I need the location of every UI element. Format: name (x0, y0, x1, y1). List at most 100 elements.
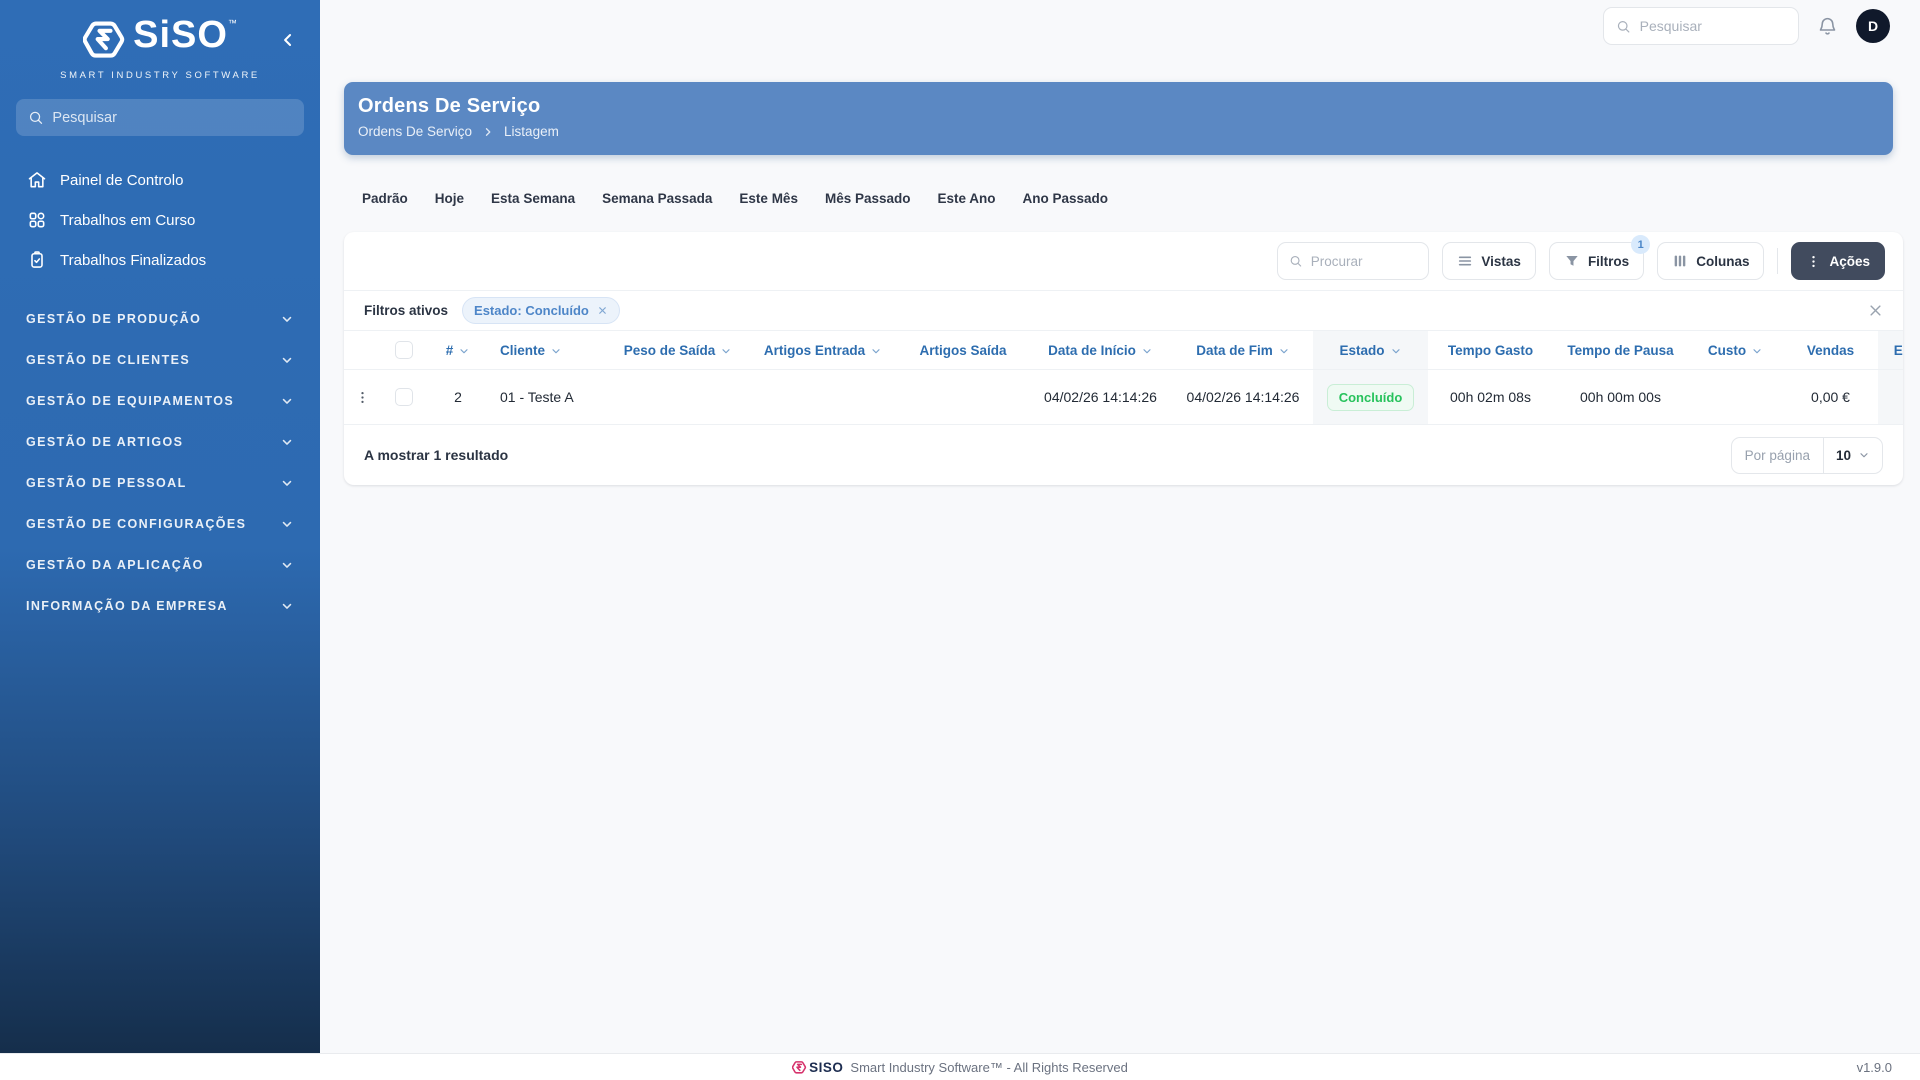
chevron-down-icon (280, 476, 294, 490)
quick-filter-semana-passada[interactable]: Semana Passada (602, 191, 712, 206)
sidebar-section-gestao-de-artigos[interactable]: GESTÃO DE ARTIGOS (0, 425, 320, 459)
home-icon (27, 170, 47, 190)
columns-icon (1672, 253, 1688, 269)
column-header-data-de-fim[interactable]: Data de Fim (1173, 331, 1313, 369)
cell-estado: Concluído (1313, 370, 1428, 424)
quick-filter-esta-semana[interactable]: Esta Semana (491, 191, 575, 206)
chevron-down-icon (280, 558, 294, 572)
sidebar-section-gestao-de-equipamentos[interactable]: GESTÃO DE EQUIPAMENTOS (0, 384, 320, 418)
sidebar-collapse-button[interactable] (276, 28, 300, 52)
logo-title: SiSO (133, 14, 228, 56)
app-footer: SISO Smart Industry Software™ - All Righ… (0, 1053, 1920, 1080)
column-header-data-de-inicio[interactable]: Data de Início (1028, 331, 1173, 369)
column-header-tempo-de-pausa[interactable]: Tempo de Pausa (1553, 331, 1688, 369)
row-checkbox-cell (380, 370, 428, 424)
clear-filters-close-icon[interactable] (1868, 303, 1883, 318)
chevron-down-icon (1751, 345, 1763, 357)
vistas-button[interactable]: Vistas (1442, 242, 1536, 280)
cell-tempo-de-pausa: 00h 00m 00s (1580, 389, 1661, 405)
main-content: D Ordens De Serviço Ordens De Serviço Li… (320, 0, 1920, 1053)
sidebar-search[interactable] (16, 99, 304, 136)
sidebar-section-gestao-da-aplicacao[interactable]: GESTÃO DA APLICAÇÃO (0, 548, 320, 582)
breadcrumb-item[interactable]: Ordens De Serviço (358, 124, 472, 139)
column-header-numero[interactable]: # (428, 331, 488, 369)
search-icon (1291, 256, 1302, 267)
chevron-down-icon (280, 599, 294, 613)
sidebar-section-informacao-da-empresa[interactable]: INFORMAÇÃO DA EMPRESA (0, 589, 320, 623)
column-header-cliente[interactable]: Cliente (488, 331, 608, 369)
sidebar-section-gestao-de-clientes[interactable]: GESTÃO DE CLIENTES (0, 343, 320, 377)
sidebar-item-painel-de-controlo[interactable]: Painel de Controlo (0, 160, 320, 200)
column-label: Artigos Entrada (763, 342, 866, 358)
cell-artigos-saida (898, 370, 1028, 424)
topbar: D (320, 0, 1920, 52)
select-all-checkbox[interactable] (395, 341, 413, 359)
sidebar-item-trabalhos-finalizados[interactable]: Trabalhos Finalizados (0, 240, 320, 280)
column-header-custo[interactable]: Custo (1688, 331, 1783, 369)
search-icon (29, 111, 43, 124)
section-label: GESTÃO DA APLICAÇÃO (26, 558, 204, 572)
chevron-down-icon (280, 517, 294, 531)
row-menu-dots-icon[interactable] (344, 370, 380, 424)
table-row[interactable]: 2 01 - Teste A 04/02/26 14:14:26 04/02/2… (344, 369, 1903, 424)
column-header-tempo-gasto[interactable]: Tempo Gasto (1428, 331, 1553, 369)
sidebar-section-gestao-de-pessoal[interactable]: GESTÃO DE PESSOAL (0, 466, 320, 500)
column-header-peso-de-saida[interactable]: Peso de Saída (608, 331, 748, 369)
column-label: Tempo de Pausa (1567, 342, 1674, 358)
filter-chip-estado-concluido[interactable]: Estado: Concluído (462, 297, 620, 324)
table-search[interactable] (1277, 242, 1430, 280)
column-header-artigos-entrada[interactable]: Artigos Entrada (748, 331, 898, 369)
column-header-vendas[interactable]: Vendas (1783, 331, 1878, 369)
sidebar-item-trabalhos-em-curso[interactable]: Trabalhos em Curso (0, 200, 320, 240)
sidebar-logo[interactable]: SiSO™ SMART INDUSTRY SOFTWARE (0, 0, 320, 81)
quick-filter-este-mes[interactable]: Este Mês (739, 191, 798, 206)
chevron-down-icon (280, 353, 294, 367)
list-icon (1457, 253, 1473, 269)
per-page-value: 10 (1835, 447, 1851, 463)
filtros-button[interactable]: Filtros 1 (1548, 235, 1651, 280)
quick-filter-hoje[interactable]: Hoje (435, 191, 464, 206)
column-header-artigos-saida[interactable]: Artigos Saída (898, 331, 1028, 369)
close-icon[interactable] (597, 305, 608, 316)
chevron-down-icon (458, 345, 470, 357)
sidebar-search-input[interactable] (52, 109, 292, 126)
global-search-input[interactable] (1639, 18, 1786, 34)
quick-filter-ano-passado[interactable]: Ano Passado (1023, 191, 1109, 206)
colunas-button[interactable]: Colunas (1657, 242, 1765, 280)
cell-artigos-entrada (748, 370, 898, 424)
breadcrumb-item[interactable]: Listagem (504, 124, 559, 139)
notifications-bell-icon[interactable] (1817, 16, 1838, 37)
siso-logo-icon (82, 18, 127, 67)
chevron-left-icon (284, 34, 292, 46)
quick-filter-padrao[interactable]: Padrão (362, 191, 408, 206)
column-label: Cliente (500, 342, 546, 358)
breadcrumb: Ordens De Serviço Listagem (358, 124, 1875, 139)
column-label: Peso de Saída (623, 342, 716, 358)
sidebar: SiSO™ SMART INDUSTRY SOFTWARE Painel de … (0, 0, 320, 1053)
cell-data-de-inicio: 04/02/26 14:14:26 (1044, 389, 1157, 405)
footer-copyright: Smart Industry Software™ - All Rights Re… (850, 1059, 1128, 1075)
user-avatar[interactable]: D (1856, 9, 1890, 43)
pagination-bar: A mostrar 1 resultado Por página 10 (344, 424, 1903, 485)
cell-entregue (1878, 370, 1903, 424)
column-label: Entregue (1893, 342, 1903, 358)
results-summary: A mostrar 1 resultado (364, 447, 509, 463)
column-header-estado[interactable]: Estado (1313, 331, 1428, 369)
global-search[interactable] (1603, 7, 1799, 45)
grid-icon (27, 210, 47, 230)
sidebar-section-gestao-de-producao[interactable]: GESTÃO DE PRODUÇÃO (0, 302, 320, 336)
chevron-down-icon (550, 345, 562, 357)
chevron-down-icon (1390, 345, 1402, 357)
acoes-button[interactable]: Ações (1791, 242, 1885, 280)
sidebar-section-gestao-de-configuracoes[interactable]: GESTÃO DE CONFIGURAÇÕES (0, 507, 320, 541)
sidebar-sections: GESTÃO DE PRODUÇÃO GESTÃO DE CLIENTES GE… (0, 302, 320, 623)
logo-tagline: SMART INDUSTRY SOFTWARE (60, 70, 260, 81)
quick-filter-mes-passado[interactable]: Mês Passado (825, 191, 911, 206)
toolbar-divider (1777, 248, 1779, 274)
table-search-input[interactable] (1310, 253, 1418, 269)
quick-filter-este-ano[interactable]: Este Ano (938, 191, 996, 206)
column-header-entregue[interactable]: Entregue (1878, 331, 1903, 369)
table-header-row: # Cliente Peso de Saída Artigos Entrada (344, 330, 1903, 369)
row-checkbox[interactable] (395, 388, 413, 406)
per-page-select[interactable]: Por página 10 (1730, 436, 1883, 474)
